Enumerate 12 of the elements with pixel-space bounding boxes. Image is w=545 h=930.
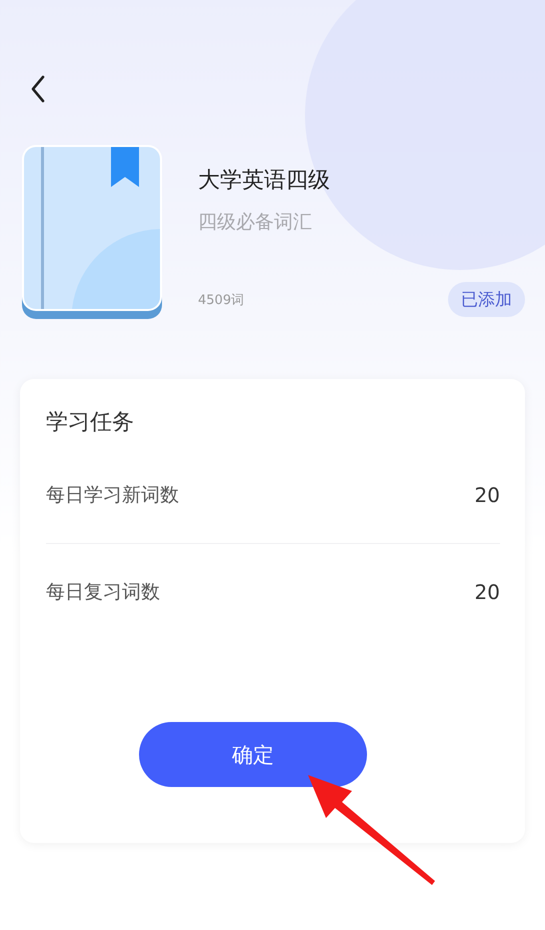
setting-label: 每日学习新词数 (46, 483, 179, 508)
book-title: 大学英语四级 (198, 167, 331, 195)
back-icon[interactable] (30, 75, 46, 103)
confirm-button[interactable]: 确定 (139, 722, 367, 787)
setting-value[interactable]: 20 (474, 483, 500, 507)
book-subtitle: 四级必备词汇 (198, 210, 313, 235)
book-cover-icon (22, 145, 162, 319)
added-badge: 已添加 (448, 282, 525, 317)
setting-value[interactable]: 20 (474, 580, 500, 604)
word-count: 4509词 (198, 292, 244, 308)
setting-label: 每日复习词数 (46, 580, 160, 605)
card-title: 学习任务 (46, 409, 135, 437)
